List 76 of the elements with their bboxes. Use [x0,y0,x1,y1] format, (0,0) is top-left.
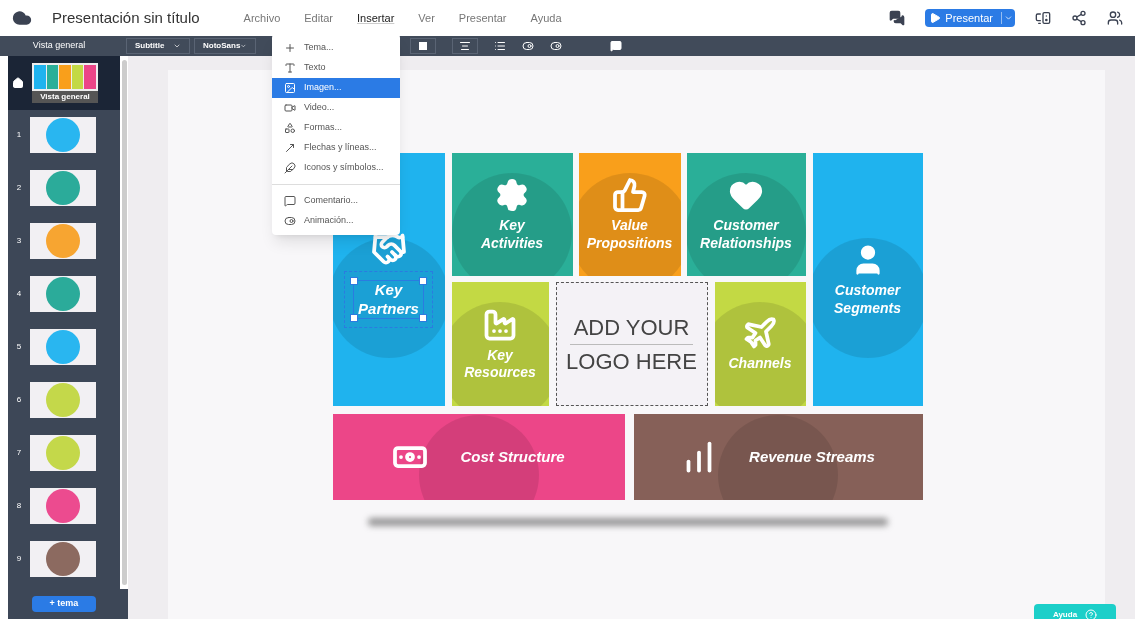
style-dropdown[interactable]: Subtitle [126,38,190,54]
toggle-icon[interactable] [522,40,534,52]
slide-number: 6 [15,394,23,406]
scrollbar[interactable] [120,56,128,589]
slide-number: 3 [15,235,23,247]
slide-number: 8 [15,500,23,512]
comment-icon[interactable] [610,40,622,52]
overview-slide[interactable]: Vista general [8,56,120,110]
tile-label: Key Resources [464,346,536,382]
logo-text: LOGO HERE [566,347,697,376]
thumbs-up-icon [611,177,648,213]
arrow-icon [284,142,296,154]
toggle-icon[interactable] [550,40,562,52]
tile-label: Value Propositions [586,217,673,252]
tile-label: Customer Segments [834,282,901,317]
menu-option[interactable]: Animación... [272,211,400,231]
menu-item[interactable]: Ver [406,9,447,27]
fill-color-button[interactable] [410,38,436,54]
menu-option[interactable]: Formas... [272,118,400,138]
slide-number: 7 [15,447,23,459]
play-icon [929,12,942,24]
menu-item[interactable]: Editar [292,9,346,27]
document-title[interactable]: Presentación sin título [52,6,200,30]
align-button[interactable] [452,38,478,54]
feather-icon [284,162,296,174]
menu-option[interactable]: Iconos y símbolos... [272,158,400,178]
slide-number: 4 [15,288,23,300]
menu-option[interactable]: Texto [272,58,400,78]
menu-option[interactable]: Comentario... [272,191,400,211]
slide-number: 1 [15,129,23,141]
caret-icon [240,42,247,50]
resize-handle[interactable] [418,276,427,285]
slide-number: 5 [15,341,23,353]
present-button[interactable]: Presentar [925,9,1015,27]
logo-text: ADD YOUR [569,310,694,345]
share-icon[interactable] [1071,10,1087,26]
add-topic-button[interactable]: + tema [32,596,96,612]
tile-label: Cost Structure [460,447,565,467]
align-icon [459,40,471,52]
menu-item[interactable]: Insertar [345,9,407,27]
menu-option[interactable]: Flechas y líneas... [272,138,400,158]
menu-item[interactable]: Presentar [446,9,519,27]
logo-placeholder[interactable]: ADD YOUR LOGO HERE [555,282,708,406]
slide-number: 9 [15,553,23,565]
thumbnail-drawing [32,63,98,91]
screen-icon[interactable] [1035,10,1051,26]
tile-label: Customer Relationships [700,217,792,252]
menu-option[interactable]: Tema... [272,38,400,58]
toggle-icon [284,215,296,227]
list-icon[interactable] [494,40,506,52]
comment-icon [284,195,296,207]
font-dropdown[interactable]: NotoSans [194,38,256,54]
tile-label: Key Activities [480,217,544,252]
cloud-icon[interactable] [12,8,32,28]
resize-handle[interactable] [350,276,359,285]
users-icon[interactable] [1107,10,1123,26]
slide-number: 2 [15,182,23,194]
menu-option[interactable]: Video... [272,98,400,118]
overview-label: Vista general [32,91,98,103]
resize-handle[interactable] [350,314,359,323]
tile-label: Channels [728,355,792,373]
tile-label: Revenue Streams [749,447,875,467]
shapes-icon [284,122,296,134]
menu-option[interactable]: Imagen... [272,78,400,98]
menu-item[interactable]: Archivo [231,9,293,27]
comments-icon[interactable] [889,10,906,26]
video-icon [284,102,296,114]
help-icon [1085,609,1098,619]
image-icon [284,82,296,94]
resize-handle[interactable] [418,314,427,323]
plus-icon [284,42,296,54]
home-icon [12,77,24,89]
menu-item[interactable]: Ayuda [518,9,574,27]
caret-icon [173,42,181,50]
toolbar-title: Vista general [31,39,87,53]
text-icon [284,62,296,74]
